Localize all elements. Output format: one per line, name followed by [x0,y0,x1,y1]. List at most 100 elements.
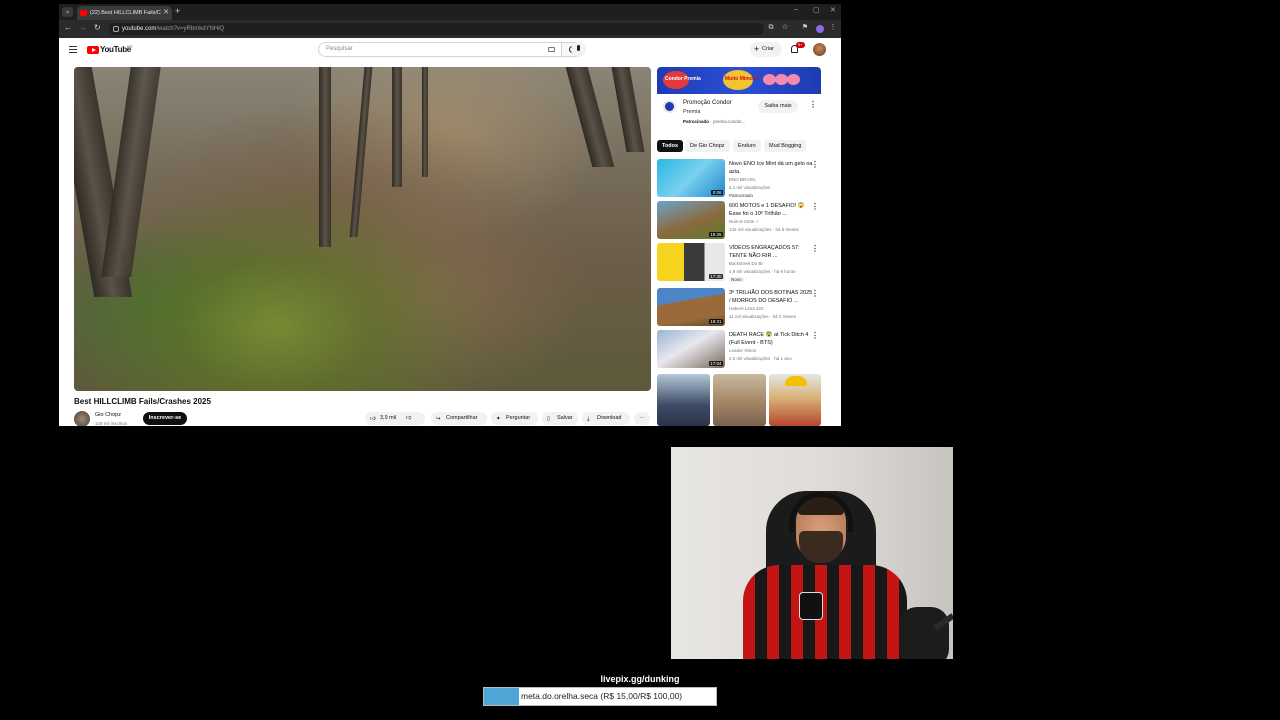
rec-channel[interactable]: Nois te trinte ✓ [729,219,759,225]
like-count[interactable]: 3,9 mil [380,415,396,421]
rec-channel[interactable]: Haberé Lima 222 [729,306,764,311]
chip-mud-bogging[interactable]: Mud Bogging [764,140,807,152]
hard-hat-shape [785,376,807,386]
shorts-thumbnail[interactable] [713,374,766,426]
subscriber-count: 129 mil inscritos [95,421,128,426]
dislike-icon[interactable]: 👎︎ [406,415,412,421]
video-frame-tree [319,67,331,247]
rec-title[interactable]: 3º TRILHÃO DOS BOTINAS 2025 / MORROS DO … [729,289,813,305]
rec-title[interactable]: VÍDEOS ENGRAÇADOS 57: TENTE NÃO RIR ... [729,244,813,260]
share-button[interactable]: ↪ Compartilhar [431,412,487,425]
recommendation-item[interactable]: 17:30 VÍDEOS ENGRAÇADOS 57: TENTE NÃO RI… [657,243,821,283]
hamburger-menu-icon[interactable] [69,46,77,53]
tab-search-button[interactable]: ⌄ [62,7,73,17]
tab-close-icon[interactable]: ✕ [163,6,169,20]
ad-banner-image[interactable]: Condor Premia Muito Mimoso [657,67,821,94]
share-icon: ↪ [436,416,441,422]
download-button[interactable]: ⤓ Download [582,412,630,425]
video-thumbnail[interactable]: 0:06 [657,159,725,197]
browser-menu-icon[interactable]: ⋮ [829,24,837,32]
forward-arrow-icon[interactable]: → [79,23,87,32]
recommendation-item[interactable]: 19:26 600 MOTOS e 1 DESAFIO! 😱 Esse foi … [657,201,821,241]
channel-avatar[interactable] [74,411,90,426]
recommendation-item[interactable]: 0:06 Novo ENO Ice Mint dá um gelo na azi… [657,159,821,199]
voice-search-mic-icon[interactable] [571,42,586,57]
install-app-icon[interactable]: ⧉ [767,24,775,32]
ask-button[interactable]: ✦ Perguntar [491,412,538,425]
chip-todos[interactable]: Todos [657,140,684,152]
ask-label: Perguntar [506,415,531,421]
close-window-button[interactable]: ✕ [830,6,836,14]
save-button[interactable]: ▯ Salvar [542,412,578,425]
sparkle-icon: ✦ [496,416,501,422]
rec-menu-kebab-icon[interactable]: ⋮ [811,244,819,253]
rec-menu-kebab-icon[interactable]: ⋮ [811,160,819,169]
rec-badge: Patrocinado [729,193,754,198]
download-icon: ⤓ [587,416,590,422]
video-frame-tree [349,67,373,237]
video-thumbnail[interactable]: 17:04 [657,330,725,368]
chip-enduro[interactable]: Enduro [733,140,761,152]
shorts-thumbnail[interactable] [657,374,710,426]
reload-icon[interactable]: ↻ [94,23,101,32]
video-frame-tree [611,67,645,152]
video-thumbnail[interactable]: 17:30 [657,243,725,281]
shorts-thumbnail[interactable] [769,374,821,426]
rec-title[interactable]: 600 MOTOS e 1 DESAFIO! 😱 Esse foi o 10º … [729,202,813,218]
site-info-icon[interactable] [113,26,119,32]
youtube-logo-icon[interactable] [87,46,99,54]
recommendation-item[interactable]: 18:31 3º TRILHÃO DOS BOTINAS 2025 / MORR… [657,288,821,328]
goal-progress-fill [484,688,519,705]
ad-banner-text: Condor Premia [665,76,701,82]
video-player[interactable] [74,67,651,391]
like-icon[interactable]: 👍︎ [370,413,377,422]
rec-menu-kebab-icon[interactable]: ⋮ [811,289,819,298]
advertiser-subtitle: Premia [683,109,701,115]
rec-title[interactable]: DEATH RACE 😨 at Tick Ditch 4 (Full Event… [729,331,813,347]
bookmark-icon: ▯ [547,416,551,422]
rec-channel[interactable]: Leader Vision [729,348,756,353]
video-duration: 17:30 [708,274,723,279]
youtube-header: YouTube BR Pesquisar Criar 9+ [59,38,841,62]
ad-info-row: Promoção Condor Premia Patrocinado · pre… [657,94,821,126]
extensions-icon[interactable]: ⚑ [801,24,809,32]
back-arrow-icon[interactable]: ← [64,23,72,32]
search-input[interactable]: Pesquisar [318,42,562,57]
browser-tab-active[interactable]: (22) Best HILLCLIMB Fails/C ✕ [77,6,172,20]
maximize-button[interactable]: ▢ [813,6,820,14]
advertiser-logo[interactable] [663,100,676,113]
ad-banner-text-2: Muito Mimoso [725,76,759,82]
ad-sponsored-line: Patrocinado · premia.condor... [683,119,745,124]
ad-menu-kebab-icon[interactable]: ⋮ [809,100,817,109]
rec-channel[interactable]: Backstreet Do Bi [729,261,763,266]
account-avatar[interactable] [813,43,826,56]
url-host: youtube.com [122,26,157,32]
new-tab-button[interactable]: + [175,6,180,16]
video-duration: 19:26 [708,232,723,237]
rec-menu-kebab-icon[interactable]: ⋮ [811,331,819,340]
donation-goal-bar: meta.do.orelha.seca (R$ 15,00/R$ 100,00) [483,687,717,706]
rec-title[interactable]: Novo ENO Ice Mint dá um gelo na azia. [729,160,813,176]
learn-more-button[interactable]: Saiba mais [758,100,798,113]
more-actions-button[interactable]: ··· [634,412,650,425]
chip-de-gio-chopz[interactable]: De Gio Chopz [685,140,730,152]
keyboard-icon[interactable] [548,47,555,52]
rec-channel[interactable]: ENO BRASIL [729,177,756,182]
search-placeholder: Pesquisar [326,46,353,52]
ad-domain: · premia.condor... [710,119,746,124]
rec-menu-kebab-icon[interactable]: ⋮ [811,202,819,211]
advertiser-name[interactable]: Promoção Condor [683,100,732,106]
channel-name[interactable]: Gio Chopz [95,412,121,418]
address-bar[interactable]: youtube.com/watch?v=yRbmkdYNHiQ [109,23,764,35]
browser-profile-avatar[interactable] [816,25,824,33]
video-thumbnail[interactable]: 19:26 [657,201,725,239]
video-thumbnail[interactable]: 18:31 [657,288,725,326]
create-button[interactable]: Criar [750,42,782,57]
notifications-badge: 9+ [796,42,805,48]
address-toolbar: ← → ↻ youtube.com/watch?v=yRbmkdYNHiQ ⧉ … [59,20,841,38]
bookmark-star-icon[interactable]: ☆ [781,24,789,32]
subscribe-button[interactable]: Inscrever-se [143,412,187,425]
streamer-shirt [743,565,907,659]
recommendation-item[interactable]: 17:04 DEATH RACE 😨 at Tick Ditch 4 (Full… [657,330,821,370]
minimize-button[interactable]: – [794,6,798,13]
